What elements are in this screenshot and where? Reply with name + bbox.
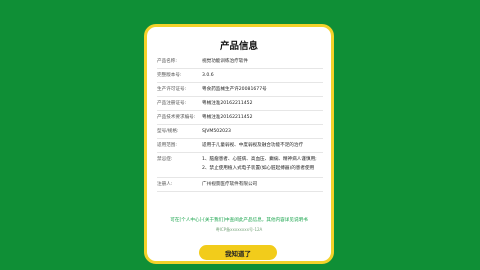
info-row-version: 完整版本号: 3.0.6 xyxy=(157,69,323,83)
icp-number: 粤ICP备xxxxxxxx号-12A xyxy=(215,227,263,232)
row-label: 注册人: xyxy=(157,182,173,187)
row-value: 1、脑瘤患者、心脏病、高血压、癫痫、精神病人谨慎用; 2、禁止使用植入式电子装置… xyxy=(202,156,323,174)
row-value: 粤械注准20162211452 xyxy=(202,101,253,106)
row-value: 粤食药监械生产许20081677号 xyxy=(202,87,267,92)
info-row-registrant: 注册人: 广州视景医疗软件有限公司 xyxy=(157,178,323,192)
product-info-list: 产品名称: 视觉功能训练治疗软件 完整版本号: 3.0.6 生产许可证号: 粤食… xyxy=(157,55,323,219)
row-label: 产品名称: xyxy=(157,59,177,64)
row-label: 产品技术要求编号: xyxy=(157,115,196,120)
info-row-scope: 适用范围: 适用于儿童弱视、中度弱视及融合功能不足的治疗 xyxy=(157,139,323,153)
row-value: 3.0.6 xyxy=(202,73,214,78)
row-value: 适用于儿童弱视、中度弱视及融合功能不足的治疗 xyxy=(202,143,304,148)
info-row-registration-number: 产品注册证号: 粤械注准20162211452 xyxy=(157,97,323,111)
row-label: 型号/规格: xyxy=(157,129,179,134)
row-label: 生产许可证号: xyxy=(157,87,187,92)
contraindication-line: 1、脑瘤患者、心脏病、高血压、癫痫、精神病人谨慎用; xyxy=(202,157,317,162)
row-label: 禁忌症: xyxy=(157,157,173,162)
info-row-product-name: 产品名称: 视觉功能训练治疗软件 xyxy=(157,55,323,69)
row-value: SJVM502023 xyxy=(202,129,231,134)
dialog-title: 产品信息 xyxy=(219,41,258,52)
info-row-tech-requirement: 产品技术要求编号: 粤械注准20162211452 xyxy=(157,111,323,125)
info-row-contraindications: 禁忌症: 1、脑瘤患者、心脏病、高血压、癫痫、精神病人谨慎用; 2、禁止使用植入… xyxy=(157,153,323,178)
contraindication-line: 2、禁止使用植入式电子装置(如心脏起搏器)的患者使用 xyxy=(202,166,315,171)
confirm-button[interactable]: 我知道了 xyxy=(199,245,277,260)
info-row-production-license: 生产许可证号: 粤食药监械生产许20081677号 xyxy=(157,83,323,97)
notice-text: 可在[个人中心]-[关于我们]中查阅此产品信息，其他内容详见说明书 xyxy=(170,218,308,223)
row-label: 完整版本号: xyxy=(157,73,182,78)
row-value: 粤械注准20162211452 xyxy=(202,115,253,120)
info-row-model: 型号/规格: SJVM502023 xyxy=(157,125,323,139)
product-info-dialog: 产品信息 产品名称: 视觉功能训练治疗软件 完整版本号: 3.0.6 生产许可证… xyxy=(144,24,334,264)
row-value: 视觉功能训练治疗软件 xyxy=(202,59,248,64)
row-label: 适用范围: xyxy=(157,143,177,148)
row-value: 广州视景医疗软件有限公司 xyxy=(202,182,258,187)
row-label: 产品注册证号: xyxy=(157,101,187,106)
